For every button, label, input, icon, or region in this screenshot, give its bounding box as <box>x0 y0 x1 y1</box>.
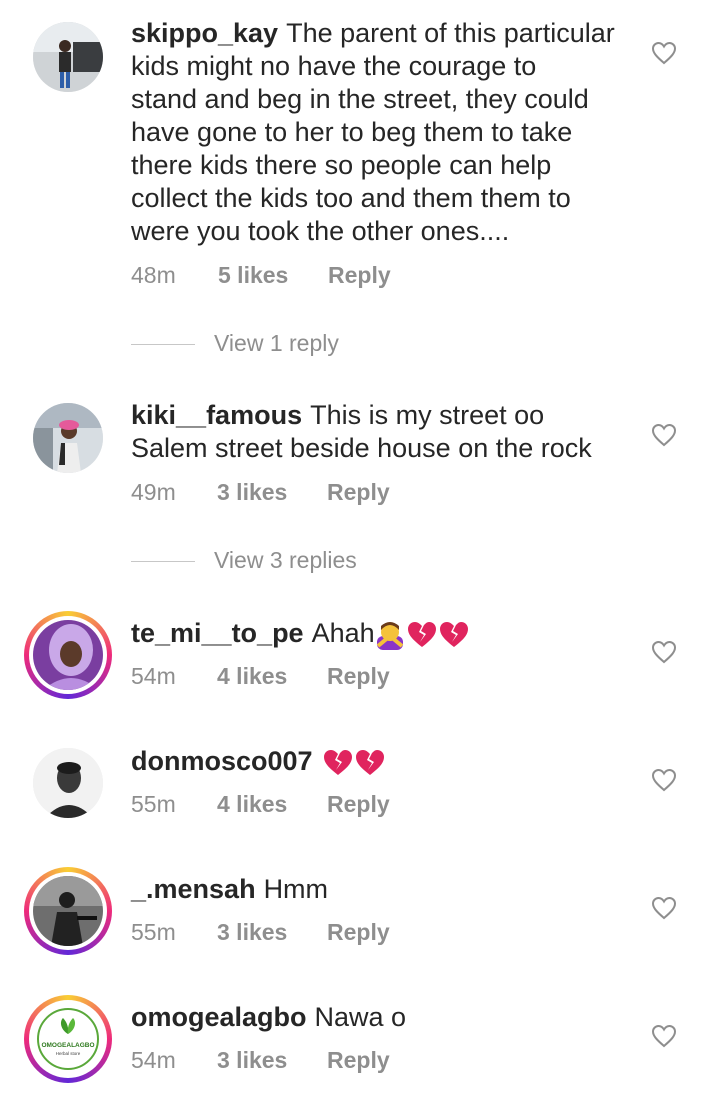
comment-text: _.mensah Hmm <box>131 873 622 906</box>
avatar-story-ring[interactable] <box>24 867 112 955</box>
comment-time: 55m <box>131 791 176 817</box>
comment-username[interactable]: te_mi__to_pe <box>131 618 304 648</box>
reply-button[interactable]: Reply <box>327 791 390 818</box>
comment-text: kiki__famous This is my street oo Salem s… <box>131 399 622 465</box>
comment-line: collect the kids too and them them to <box>131 183 571 213</box>
view-replies-label: View 1 reply <box>214 330 339 356</box>
comment-line: The parent of this particular <box>286 18 615 48</box>
comment-line: Nawa o <box>314 1002 407 1032</box>
like-heart-icon[interactable] <box>651 768 677 792</box>
like-heart-icon[interactable] <box>651 896 677 920</box>
woman-gesturing-no-icon <box>376 621 403 650</box>
avatar <box>33 876 103 946</box>
view-replies-label: View 3 replies <box>214 547 357 573</box>
comment-text: omogealagbo Nawa o <box>131 1001 622 1034</box>
like-heart-icon[interactable] <box>651 640 677 664</box>
comment-time: 49m <box>131 479 176 505</box>
avatar-logo: OMOGEALAGBO Herbal store <box>33 1004 103 1074</box>
broken-heart-icon <box>407 621 436 647</box>
divider <box>131 344 195 345</box>
view-replies-button[interactable]: View 1 reply <box>131 330 531 360</box>
reply-button[interactable]: Reply <box>327 919 390 946</box>
like-heart-icon[interactable] <box>651 41 677 65</box>
divider <box>131 561 195 562</box>
comment-time: 54m <box>131 1047 176 1073</box>
reply-button[interactable]: Reply <box>327 663 390 690</box>
broken-heart-icon <box>355 749 384 775</box>
avatar-ring-gap: OMOGEALAGBO Herbal store <box>29 1000 107 1078</box>
comment-text: te_mi__to_pe Ahah <box>131 617 622 650</box>
comment-username[interactable]: omogealagbo <box>131 1002 307 1032</box>
comment-time: 54m <box>131 663 176 689</box>
likes-count[interactable]: 3 likes <box>217 479 287 506</box>
reply-button[interactable]: Reply <box>327 479 390 506</box>
comment-username[interactable]: kiki__famous <box>131 400 302 430</box>
comment-username[interactable]: skippo_kay <box>131 18 278 48</box>
comment-line: Salem street beside house on the rock <box>131 433 592 463</box>
reply-button[interactable]: Reply <box>328 262 391 289</box>
comment-line: have gone to her to beg them to take <box>131 117 573 147</box>
avatar[interactable] <box>33 22 103 92</box>
likes-count[interactable]: 4 likes <box>217 663 287 690</box>
comment-line: kids might no have the courage to <box>131 51 537 81</box>
comment-line: This is my street oo <box>310 400 545 430</box>
likes-count[interactable]: 3 likes <box>217 919 287 946</box>
comment-time: 48m <box>131 262 176 288</box>
broken-heart-icon <box>439 621 468 647</box>
broken-heart-icon <box>323 749 352 775</box>
likes-count[interactable]: 5 likes <box>218 262 288 289</box>
avatar <box>33 620 103 690</box>
comment-line: there kids there so people can help <box>131 150 552 180</box>
svg-text:Herbal store: Herbal store <box>56 1051 81 1056</box>
like-heart-icon[interactable] <box>651 1024 677 1048</box>
comment-line: Hmm <box>263 874 329 904</box>
avatar[interactable] <box>33 748 103 818</box>
like-heart-icon[interactable] <box>651 423 677 447</box>
avatar-ring-gap <box>29 616 107 694</box>
comment-time: 55m <box>131 919 176 945</box>
avatar-story-ring[interactable]: OMOGEALAGBO Herbal store <box>24 995 112 1083</box>
avatar-ring-gap <box>29 872 107 950</box>
view-replies-button[interactable]: View 3 replies <box>131 547 531 577</box>
comment-text: donmosco007 <box>131 745 622 778</box>
avatar-story-ring[interactable] <box>24 611 112 699</box>
likes-count[interactable]: 3 likes <box>217 1047 287 1074</box>
comment-text: skippo_kay The parent of this particular … <box>131 17 622 248</box>
comment-username[interactable]: donmosco007 <box>131 746 313 776</box>
reply-button[interactable]: Reply <box>327 1047 390 1074</box>
avatar[interactable] <box>33 403 103 473</box>
likes-count[interactable]: 4 likes <box>217 791 287 818</box>
comment-line: were you took the other ones.... <box>131 216 510 246</box>
svg-text:OMOGEALAGBO: OMOGEALAGBO <box>41 1042 94 1049</box>
comment-line: Ahah <box>311 618 375 648</box>
comment-line: stand and beg in the street, they could <box>131 84 589 114</box>
comment-username[interactable]: _.mensah <box>131 874 256 904</box>
